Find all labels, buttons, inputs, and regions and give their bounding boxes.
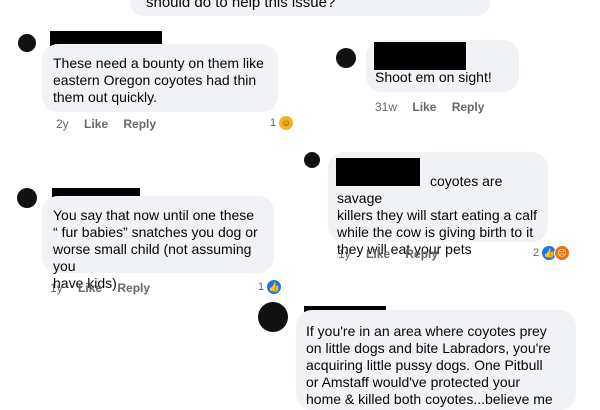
comment-text: You say that now until one these “ fur b… [53,207,258,291]
previous-post-text: should do to help this issue? [130,0,490,16]
comment-time[interactable]: 31w [375,100,397,114]
redacted-author-name [374,42,466,70]
reply-button[interactable]: Reply [117,281,150,295]
comment-time[interactable]: 1y [338,247,351,261]
reaction-count: 1 [270,117,277,129]
like-button[interactable]: Like [78,281,102,295]
reaction-summary[interactable]: 1 👍 [258,279,283,295]
avatar[interactable] [18,34,36,52]
comment-bubble: If you're in an area where coyotes prey … [296,310,576,410]
reaction-count: 2 [533,247,540,259]
reply-button[interactable]: Reply [405,247,438,261]
like-button[interactable]: Like [412,100,436,114]
comment-meta: 1y Like Reply [50,281,162,295]
comment-text: If you're in an area where coyotes prey … [306,323,553,407]
haha-icon: ☺ [278,115,295,131]
avatar[interactable] [17,188,37,208]
reply-button[interactable]: Reply [123,117,156,131]
comment-meta: 2y Like Reply [56,117,168,131]
redacted-author-name [336,158,420,186]
comment-text: These need a bounty on them like eastern… [53,55,264,105]
comment-meta: 31w Like Reply [375,100,496,114]
avatar[interactable] [258,302,288,332]
like-button[interactable]: Like [366,247,390,261]
reply-button[interactable]: Reply [452,100,485,114]
reaction-summary[interactable]: 2 👍 ☹ [533,245,571,261]
comment-text: Shoot em on sight! [375,69,492,85]
post-question: should do to help this issue? [146,0,336,11]
comment-time[interactable]: 1y [50,281,63,295]
comment-bubble: You say that now until one these “ fur b… [42,196,274,291]
comment-time[interactable]: 2y [56,117,69,131]
reaction-count: 1 [258,281,265,293]
reaction-summary[interactable]: 1 ☺ [270,115,295,131]
avatar[interactable] [336,48,356,68]
avatar[interactable] [304,152,320,168]
angry-icon: ☹ [554,245,571,261]
comment-bubble: These need a bounty on them like eastern… [42,44,278,112]
like-icon: 👍 [266,279,283,295]
like-button[interactable]: Like [84,117,108,131]
comment-meta: 1y Like Reply [338,247,450,261]
